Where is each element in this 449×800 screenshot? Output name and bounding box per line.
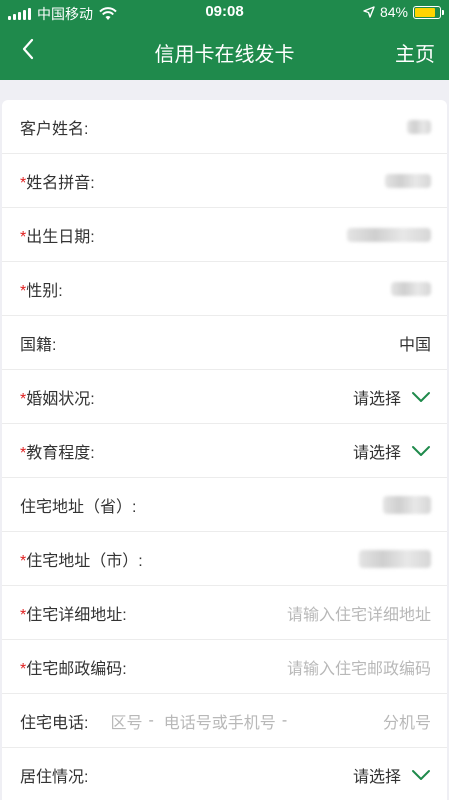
phone-separator: - (281, 711, 288, 729)
home-phone-fields: 区号 - 电话号或手机号 - 分机号 (110, 709, 431, 733)
form-row-address-province[interactable]: 住宅地址（省）: (2, 478, 447, 532)
extension-input[interactable]: 分机号 (383, 709, 431, 733)
name-pinyin-label: *姓名拼音: (20, 174, 95, 192)
form-row-address-detail[interactable]: *住宅详细地址: 请输入住宅详细地址 (2, 586, 447, 640)
address-province-value[interactable] (383, 495, 431, 514)
marital-status-select[interactable]: 请选择 (353, 385, 431, 409)
address-city-label: *住宅地址（市）: (20, 552, 143, 570)
education-select[interactable]: 请选择 (353, 439, 431, 463)
customer-name-value (407, 119, 431, 134)
form-row-address-city[interactable]: *住宅地址（市）: (2, 532, 447, 586)
residence-label: 居住情况: (20, 768, 89, 786)
form-row-birth-date[interactable]: *出生日期: (2, 208, 447, 262)
address-city-value[interactable] (359, 549, 431, 568)
home-phone-label: 住宅电话: (20, 714, 89, 732)
area-code-input[interactable]: 区号 (110, 709, 142, 733)
marital-status-label: *婚姻状况: (20, 390, 95, 408)
status-right: 84% (363, 4, 444, 20)
address-detail-input[interactable]: 请输入住宅详细地址 (287, 601, 431, 625)
phone-number-input[interactable]: 电话号或手机号 (164, 709, 276, 733)
nationality-label: 国籍: (20, 336, 57, 354)
location-arrow-icon (363, 6, 375, 18)
residence-select[interactable]: 请选择 (353, 763, 431, 787)
postal-code-label: *住宅邮政编码: (20, 660, 127, 678)
residence-value: 请选择 (352, 768, 401, 786)
nav-bar: 信用卡在线发卡 主页 (0, 28, 449, 72)
address-province-label: 住宅地址（省）: (20, 498, 137, 516)
name-pinyin-value[interactable] (385, 173, 431, 188)
battery-icon (413, 5, 444, 19)
birth-date-value[interactable] (347, 227, 431, 242)
phone-separator: - (148, 711, 154, 729)
form-row-education[interactable]: *教育程度: 请选择 (2, 424, 447, 478)
address-detail-label: *住宅详细地址: (20, 606, 127, 624)
application-form: 客户姓名: *姓名拼音: *出生日期: *性别: 国籍: 中国 *婚姻状况: 请… (2, 100, 447, 800)
marital-status-value: 请选择 (352, 390, 401, 408)
form-row-home-phone: 住宅电话: 区号 - 电话号或手机号 - 分机号 (2, 694, 447, 748)
form-row-nationality: 国籍: 中国 (2, 316, 447, 370)
chevron-down-icon (412, 445, 430, 456)
chevron-down-icon (412, 769, 430, 780)
birth-date-label: *出生日期: (20, 228, 95, 246)
form-row-residence[interactable]: 居住情况: 请选择 (2, 748, 447, 800)
postal-code-input[interactable]: 请输入住宅邮政编码 (287, 655, 431, 679)
status-bar: 中国移动 09:08 84% (0, 0, 449, 26)
gender-label: *性别: (20, 282, 63, 300)
form-row-gender[interactable]: *性别: (2, 262, 447, 316)
app-header: 中国移动 09:08 84% 信用卡在线发卡 主页 (0, 0, 449, 80)
home-button[interactable]: 主页 (395, 38, 435, 67)
gender-value[interactable] (391, 281, 431, 296)
form-row-marital-status[interactable]: *婚姻状况: 请选择 (2, 370, 447, 424)
form-row-customer-name: 客户姓名: (2, 100, 447, 154)
education-value: 请选择 (352, 444, 401, 462)
chevron-down-icon (412, 391, 430, 402)
nationality-value: 中国 (398, 336, 431, 354)
form-row-postal-code[interactable]: *住宅邮政编码: 请输入住宅邮政编码 (2, 640, 447, 694)
education-label: *教育程度: (20, 444, 95, 462)
page-title: 信用卡在线发卡 (154, 44, 295, 66)
battery-percent: 84% (379, 4, 408, 20)
form-row-name-pinyin[interactable]: *姓名拼音: (2, 154, 447, 208)
battery-fill (415, 7, 436, 17)
customer-name-label: 客户姓名: (20, 120, 89, 138)
